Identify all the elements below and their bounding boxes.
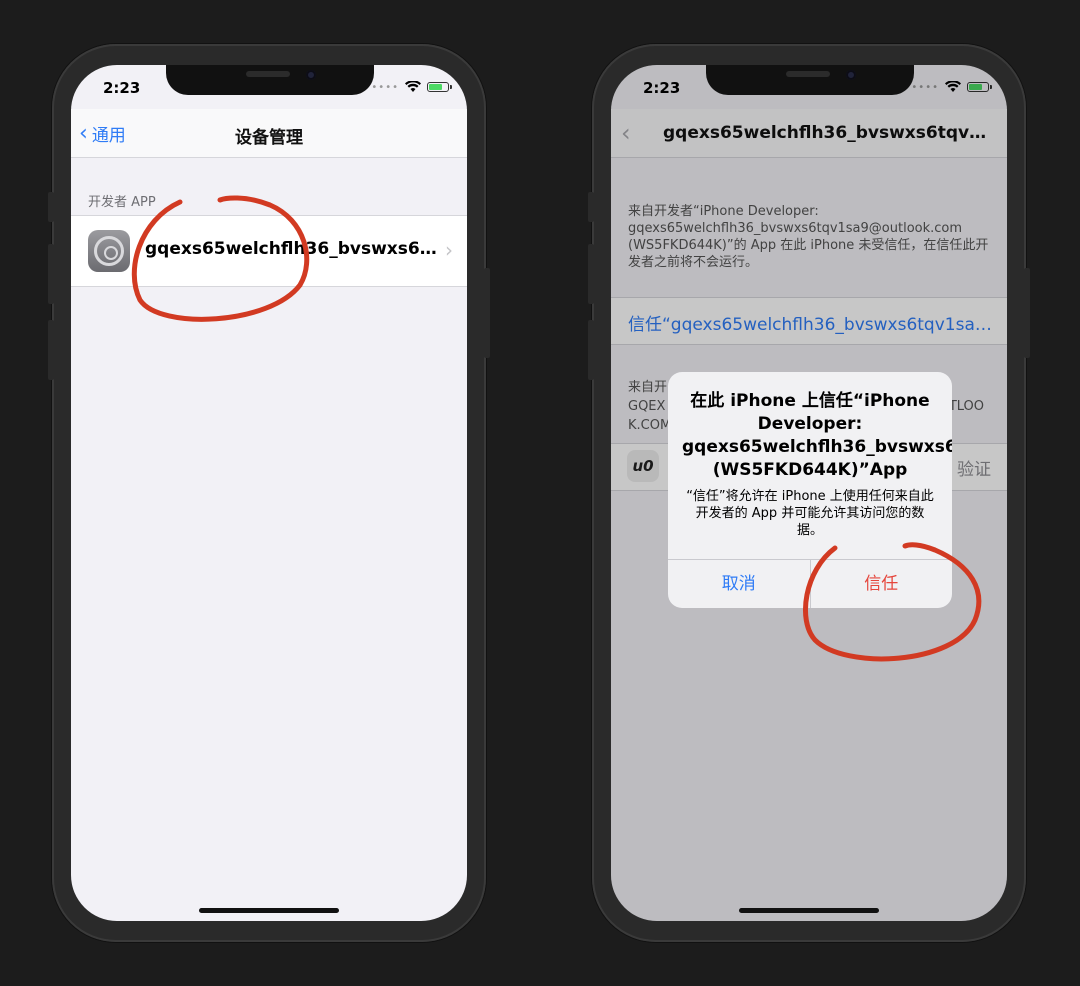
trust-button[interactable]: 信任 [811,560,953,608]
alert-title: 在此 iPhone 上信任“iPhone Developer: gqexs65w… [682,391,952,480]
notch [706,65,914,95]
left-screen: 2:23 •••• ‹ 通用 设备管理 开发者 APP gqexs65welch… [71,65,467,921]
volume-up-button [588,244,594,304]
battery-icon [427,82,452,92]
power-button [484,268,490,358]
notch [166,65,374,95]
trust-alert-dialog: 在此 iPhone 上信任“iPhone Developer: gqexs65w… [668,372,952,608]
volume-down-button [48,320,54,380]
cancel-button[interactable]: 取消 [668,560,811,608]
navigation-bar: ‹ 通用 设备管理 [71,109,467,158]
developer-app-cell[interactable]: gqexs65welchflh36_bvswxs6tqv... › [71,215,467,287]
volume-up-button [48,244,54,304]
chevron-right-icon: › [445,238,453,262]
home-indicator[interactable] [199,908,339,913]
mute-switch [48,192,54,222]
alert-button-row: 取消 信任 [668,559,952,608]
home-indicator[interactable] [739,908,879,913]
settings-gear-icon [88,230,130,272]
developer-name-label: gqexs65welchflh36_bvswxs6tqv... [145,239,437,259]
status-time: 2:23 [103,79,141,97]
left-phone-frame: 2:23 •••• ‹ 通用 设备管理 开发者 APP gqexs65welch… [48,44,490,942]
power-button [1024,268,1030,358]
right-screen: 2:23 •••• ‹ gqexs65welchflh36_bvswxs6tqv… [611,65,1007,921]
signal-dots-icon: •••• [371,81,399,93]
right-phone-frame: 2:23 •••• ‹ gqexs65welchflh36_bvswxs6tqv… [588,44,1030,942]
volume-down-button [588,320,594,380]
mute-switch [588,192,594,222]
wifi-icon [405,81,421,92]
page-title: 设备管理 [235,128,303,148]
section-header: 开发者 APP [88,195,156,210]
alert-message: “信任”将允许在 iPhone 上使用任何来自此开发者的 App 并可能允许其访… [686,489,934,538]
status-icons: •••• [371,81,452,93]
